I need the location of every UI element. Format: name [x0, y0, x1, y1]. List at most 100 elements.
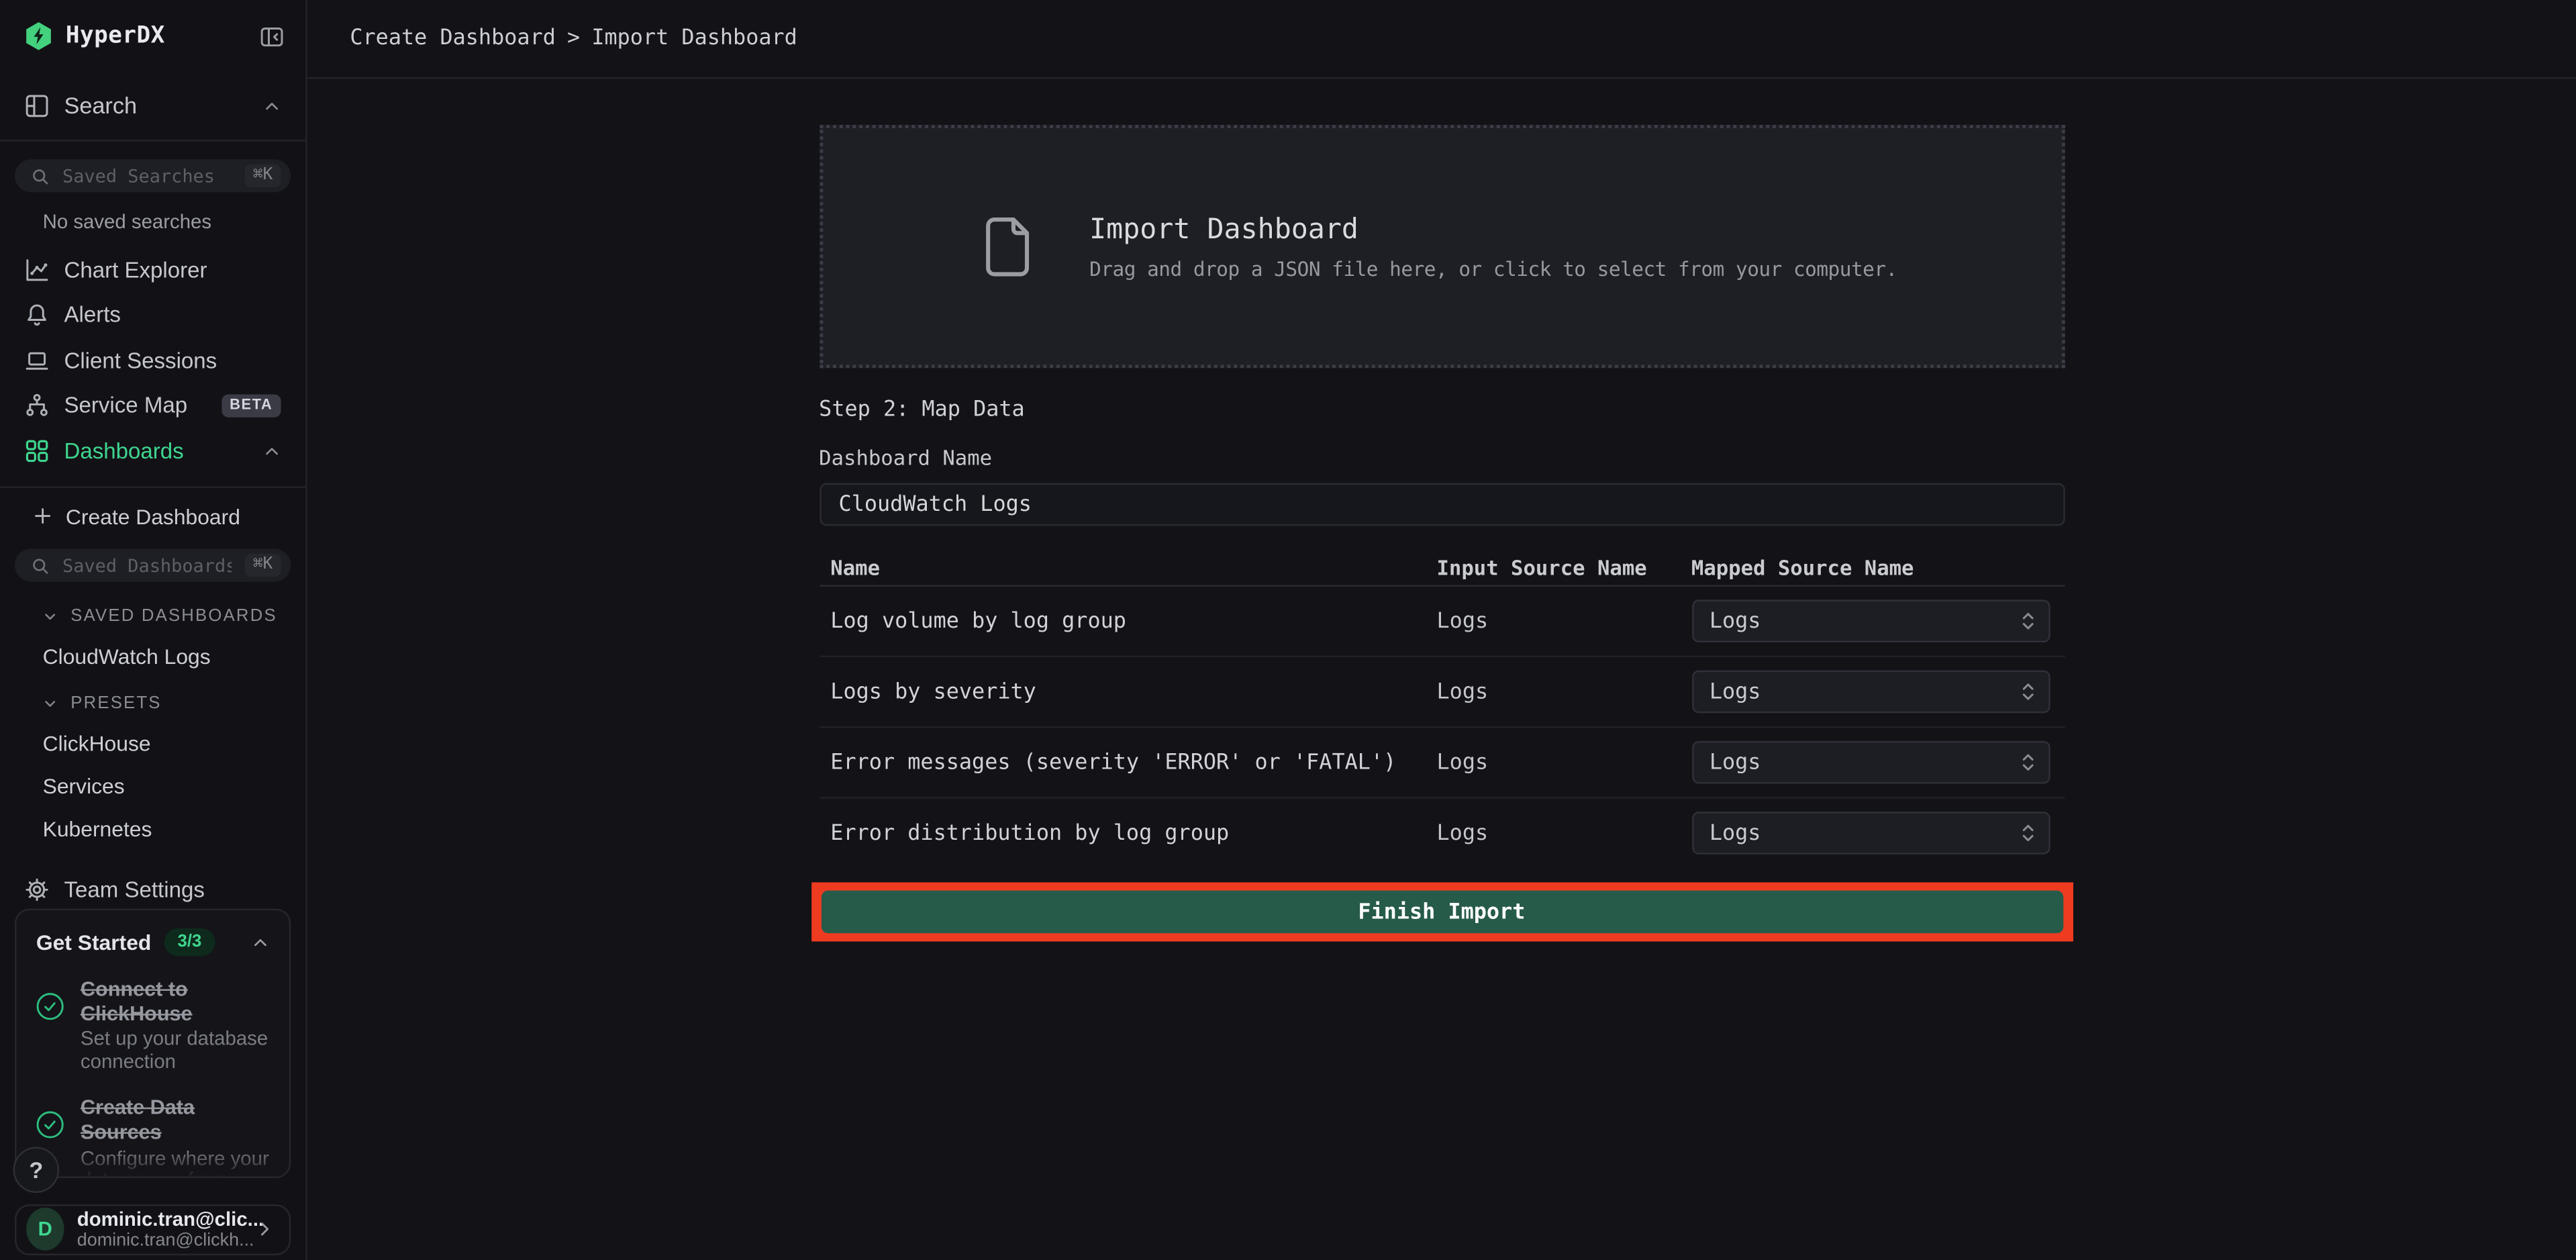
beta-badge: BETA [221, 393, 281, 416]
hierarchy-icon [25, 393, 50, 418]
help-button[interactable]: ? [13, 1147, 60, 1193]
logo-row: HyperDX [0, 0, 305, 51]
chart-name: Error messages (severity 'ERROR' or 'FAT… [830, 750, 1436, 775]
get-started-item-sources[interactable]: Create Data Sources Configure where your… [36, 1096, 270, 1178]
annotation-highlight-box: Finish Import [811, 882, 2073, 941]
sidebar-item-search[interactable]: Search [0, 85, 305, 126]
table-row: Error distribution by log group Logs Log… [819, 799, 2064, 868]
chevron-up-icon[interactable] [263, 441, 281, 459]
sidebar-item-kubernetes[interactable]: Kubernetes [0, 818, 305, 842]
get-started-panel: Get Started 3/3 Connect to ClickHouse Se… [15, 910, 291, 1178]
sidebar-item-client-sessions[interactable]: Client Sessions [0, 338, 305, 383]
import-dashboard-form: Import Dashboard Drag and drop a JSON fi… [819, 79, 2064, 1260]
laptop-icon [25, 348, 50, 373]
column-header-name: Name [830, 554, 1436, 579]
brand-title: HyperDX [66, 23, 165, 49]
chart-name: Logs by severity [830, 679, 1436, 704]
get-started-header[interactable]: Get Started 3/3 [36, 929, 270, 956]
sidebar-item-chart-explorer[interactable]: Chart Explorer [0, 247, 305, 292]
create-dashboard-label: Create Dashboard [66, 504, 240, 529]
sidebar-item-service-map[interactable]: Service Map BETA [0, 383, 305, 428]
get-started-item-connect[interactable]: Connect to ClickHouse Set up your databa… [36, 977, 270, 1075]
create-dashboard-button[interactable]: Create Dashboard [0, 497, 305, 536]
mapped-source-select[interactable]: Logs [1691, 671, 2050, 714]
nav-label: Dashboards [64, 438, 183, 463]
chevron-right-icon [254, 1220, 274, 1239]
group-label: SAVED DASHBOARDS [70, 607, 277, 626]
sidebar-item-clickhouse[interactable]: ClickHouse [0, 732, 305, 757]
team-settings-label: Team Settings [64, 877, 204, 902]
dashboards-icon [25, 438, 50, 463]
nav-label: Chart Explorer [64, 257, 207, 282]
input-source-name: Logs [1437, 609, 1691, 634]
search-icon [32, 167, 50, 185]
divider [0, 486, 305, 487]
column-header-mapped-source: Mapped Source Name [1691, 554, 2050, 579]
chart-name: Log volume by log group [830, 609, 1436, 634]
nav-label: Client Sessions [64, 348, 217, 373]
file-icon [986, 216, 1030, 277]
sidebar-item-team-settings[interactable]: Team Settings [0, 870, 305, 910]
saved-searches-search[interactable]: ⌘K [15, 159, 291, 193]
breadcrumb-separator: > [567, 26, 580, 51]
bell-icon [25, 303, 50, 328]
chart-name: Error distribution by log group [830, 821, 1436, 846]
table-row: Logs by severity Logs Logs [819, 657, 2064, 728]
hyperdx-logo-icon [25, 21, 53, 51]
chart-explorer-icon [25, 257, 50, 282]
chevron-down-icon [43, 610, 58, 624]
dashboard-name-input[interactable] [819, 483, 2064, 526]
main-area: Create Dashboard > Import Dashboard Impo… [307, 0, 2576, 1260]
mapped-source-select[interactable]: Logs [1691, 599, 2050, 642]
no-saved-searches-text: No saved searches [43, 211, 306, 234]
dashboard-name-label: Dashboard Name [819, 445, 2064, 470]
sidebar-collapse-button[interactable] [260, 23, 285, 48]
dropzone-subtitle: Drag and drop a JSON file here, or click… [1089, 257, 1897, 280]
check-circle-icon [36, 1111, 64, 1139]
input-source-name: Logs [1437, 679, 1691, 704]
sidebar-item-services[interactable]: Services [0, 775, 305, 799]
sidebar-item-cloudwatch-logs[interactable]: CloudWatch Logs [0, 644, 305, 669]
user-menu[interactable]: D dominic.tran@clic... dominic.tran@clic… [15, 1204, 291, 1255]
get-started-item-desc: Set up your database connection [81, 1029, 269, 1075]
sidebar-item-alerts[interactable]: Alerts [0, 292, 305, 337]
mapped-source-select[interactable]: Logs [1691, 741, 2050, 784]
breadcrumb-create-dashboard[interactable]: Create Dashboard [350, 26, 556, 51]
get-started-item-title: Connect to ClickHouse [81, 977, 269, 1026]
chevrons-up-down-icon [2020, 610, 2034, 632]
nav-label: Alerts [64, 303, 120, 328]
get-started-title: Get Started [36, 930, 152, 955]
sidebar: HyperDX Search ⌘K No saved sear [0, 0, 307, 1260]
chevron-up-icon[interactable] [251, 934, 269, 952]
sidebar-nav: Chart Explorer Alerts Client Sessions [0, 247, 305, 473]
chevrons-up-down-icon [2020, 680, 2034, 703]
column-header-input-source: Input Source Name [1437, 554, 1691, 579]
presets-group-toggle[interactable]: PRESETS [0, 694, 305, 714]
saved-dashboards-input[interactable] [59, 553, 235, 578]
panel-collapse-left-icon [260, 23, 285, 48]
step-label: Step 2: Map Data [819, 397, 2064, 422]
shortcut-badge: ⌘K [245, 164, 281, 187]
finish-import-button[interactable]: Finish Import [821, 891, 2063, 934]
json-file-dropzone[interactable]: Import Dashboard Drag and drop a JSON fi… [819, 125, 2064, 368]
breadcrumb: Create Dashboard > Import Dashboard [307, 0, 2576, 79]
input-source-name: Logs [1437, 750, 1691, 775]
saved-dashboards-search[interactable]: ⌘K [15, 548, 291, 582]
source-mapping-table: Name Input Source Name Mapped Source Nam… [819, 549, 2064, 868]
chevron-up-icon[interactable] [263, 97, 281, 115]
mapped-source-select[interactable]: Logs [1691, 812, 2050, 855]
user-email: dominic.tran@clickh... [77, 1230, 242, 1252]
chevrons-up-down-icon [2020, 822, 2034, 844]
divider [0, 140, 305, 141]
sidebar-item-dashboards[interactable]: Dashboards [0, 428, 305, 473]
saved-searches-input[interactable] [59, 164, 235, 189]
chevron-down-icon [43, 697, 58, 712]
check-circle-icon [36, 992, 64, 1020]
shortcut-badge: ⌘K [245, 554, 281, 577]
get-started-item-title: Create Data Sources [81, 1096, 269, 1145]
saved-dashboards-group-toggle[interactable]: SAVED DASHBOARDS [0, 607, 305, 626]
breadcrumb-import-dashboard: Import Dashboard [591, 26, 797, 51]
table-row: Error messages (severity 'ERROR' or 'FAT… [819, 728, 2064, 798]
app-root: HyperDX Search ⌘K No saved sear [0, 0, 2576, 1260]
search-section-label: Search [64, 93, 137, 119]
